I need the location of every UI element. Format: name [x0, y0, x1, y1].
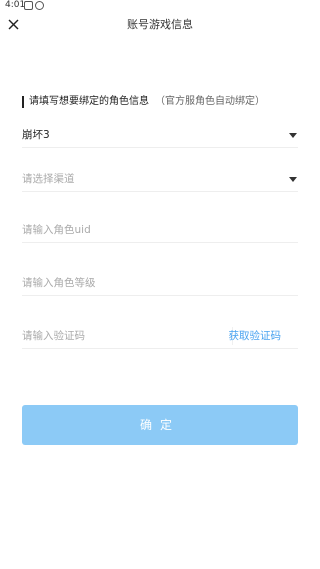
- heading-main: 请填写想要绑定的角色信息: [29, 96, 149, 107]
- channel-select-placeholder: 请选择渠道: [22, 173, 75, 185]
- photo-notification-icon: [24, 1, 33, 10]
- uid-input-placeholder: 请输入角色uid: [22, 224, 91, 236]
- dropdown-arrow-icon: [289, 133, 297, 138]
- verification-code-field: 请输入验证码 获取验证码: [22, 325, 298, 349]
- heading-text: 请填写想要绑定的角色信息 （官方服角色自动绑定）: [29, 94, 265, 110]
- confirm-button[interactable]: 确定: [22, 405, 298, 445]
- level-input[interactable]: 请输入角色等级: [22, 272, 298, 296]
- level-input-placeholder: 请输入角色等级: [22, 277, 96, 289]
- status-bar: 4:01: [0, 0, 320, 12]
- status-time: 4:01: [5, 0, 26, 10]
- heading-accent-bar: [22, 96, 24, 108]
- dropdown-arrow-icon: [289, 177, 297, 182]
- channel-select[interactable]: 请选择渠道: [22, 168, 298, 192]
- game-select[interactable]: 崩坏3: [22, 124, 298, 148]
- header: 账号游戏信息: [0, 12, 320, 40]
- chat-notification-icon: [35, 1, 44, 10]
- heading-note: （官方服角色自动绑定）: [155, 96, 265, 107]
- get-code-button[interactable]: 获取验证码: [229, 328, 282, 344]
- section-heading: 请填写想要绑定的角色信息 （官方服角色自动绑定）: [22, 94, 302, 110]
- uid-input[interactable]: 请输入角色uid: [22, 219, 298, 243]
- verification-code-input[interactable]: 请输入验证码: [22, 328, 85, 344]
- game-select-value: 崩坏3: [22, 129, 50, 141]
- page-title: 账号游戏信息: [127, 18, 193, 31]
